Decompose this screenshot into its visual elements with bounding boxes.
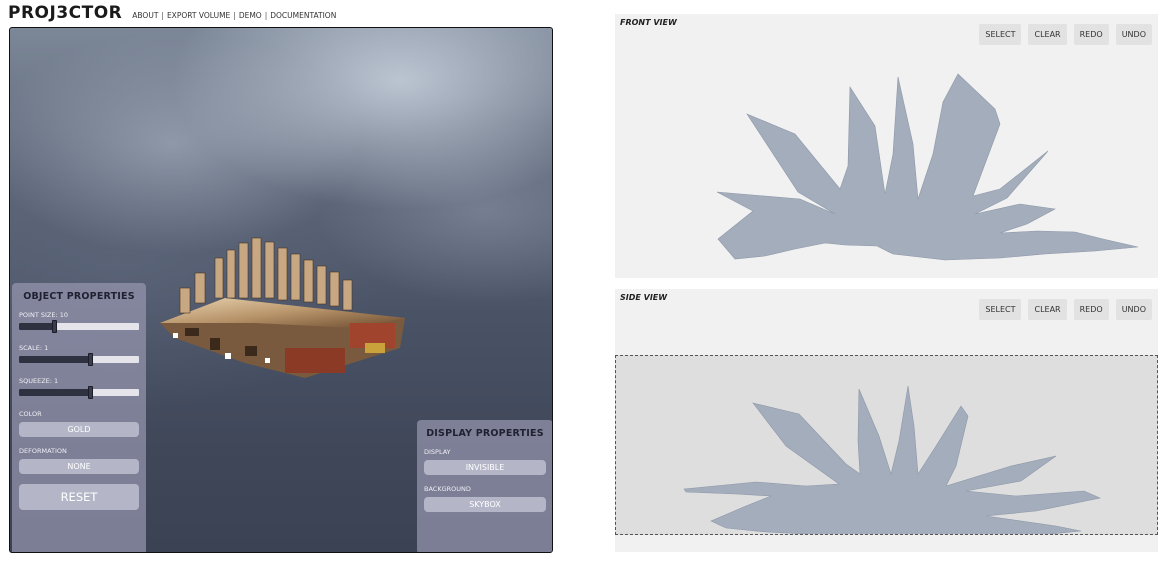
- background-select[interactable]: SKYBOX: [424, 497, 546, 512]
- color-label: COLOR: [19, 410, 42, 418]
- voxel-model: [160, 237, 405, 378]
- display-properties-heading: DISPLAY PROPERTIES: [426, 428, 544, 439]
- point-size-slider-thumb[interactable]: [52, 320, 57, 333]
- squeeze-slider[interactable]: [19, 386, 139, 399]
- deformation-label: DEFORMATION: [19, 447, 67, 455]
- nav-about-link[interactable]: ABOUT: [132, 11, 158, 20]
- display-properties-panel: DISPLAY PROPERTIES DISPLAY INVISIBLE BAC…: [417, 420, 552, 552]
- side-view-toolbar: SELECT CLEAR REDO UNDO: [979, 299, 1152, 320]
- point-size-slider[interactable]: [19, 320, 139, 333]
- scale-label: SCALE: 1: [19, 344, 49, 352]
- side-view-selection-area[interactable]: [615, 355, 1158, 535]
- header: PROJ3CTOR ABOUT | EXPORT VOLUME | DEMO |…: [8, 3, 336, 23]
- display-select[interactable]: INVISIBLE: [424, 460, 546, 475]
- app-title: PROJ3CTOR: [8, 3, 123, 23]
- side-view-title: SIDE VIEW: [620, 293, 668, 302]
- 3d-viewport[interactable]: OBJECT PROPERTIES POINT SIZE: 10 SCALE: …: [9, 27, 553, 553]
- color-select[interactable]: GOLD: [19, 422, 139, 437]
- reset-button[interactable]: RESET: [19, 484, 139, 510]
- side-redo-button[interactable]: REDO: [1073, 299, 1109, 320]
- nav-export-volume-link[interactable]: EXPORT VOLUME: [167, 11, 230, 20]
- point-size-label: POINT SIZE: 10: [19, 311, 68, 319]
- deformation-select[interactable]: NONE: [19, 459, 139, 474]
- side-clear-button[interactable]: CLEAR: [1028, 299, 1067, 320]
- background-label: BACKGROUND: [424, 485, 471, 493]
- object-properties-heading: OBJECT PROPERTIES: [23, 291, 135, 302]
- squeeze-slider-thumb[interactable]: [88, 386, 93, 399]
- nav-demo-link[interactable]: DEMO: [239, 11, 262, 20]
- side-view-panel: SIDE VIEW SELECT CLEAR REDO UNDO: [615, 289, 1158, 552]
- front-view-canvas[interactable]: [615, 14, 1158, 278]
- scale-slider-thumb[interactable]: [88, 353, 93, 366]
- front-silhouette: [716, 73, 1139, 261]
- side-select-button[interactable]: SELECT: [979, 299, 1022, 320]
- side-view-canvas[interactable]: [616, 356, 1157, 534]
- side-undo-button[interactable]: UNDO: [1115, 299, 1152, 320]
- display-label: DISPLAY: [424, 448, 451, 456]
- side-silhouette: [683, 385, 1101, 534]
- squeeze-label: SQUEEZE: 1: [19, 377, 59, 385]
- nav-documentation-link[interactable]: DOCUMENTATION: [270, 11, 336, 20]
- top-nav: ABOUT | EXPORT VOLUME | DEMO | DOCUMENTA…: [132, 11, 337, 20]
- front-view-panel: FRONT VIEW SELECT CLEAR REDO UNDO: [615, 14, 1158, 278]
- scale-slider[interactable]: [19, 353, 139, 366]
- object-properties-panel: OBJECT PROPERTIES POINT SIZE: 10 SCALE: …: [12, 283, 146, 552]
